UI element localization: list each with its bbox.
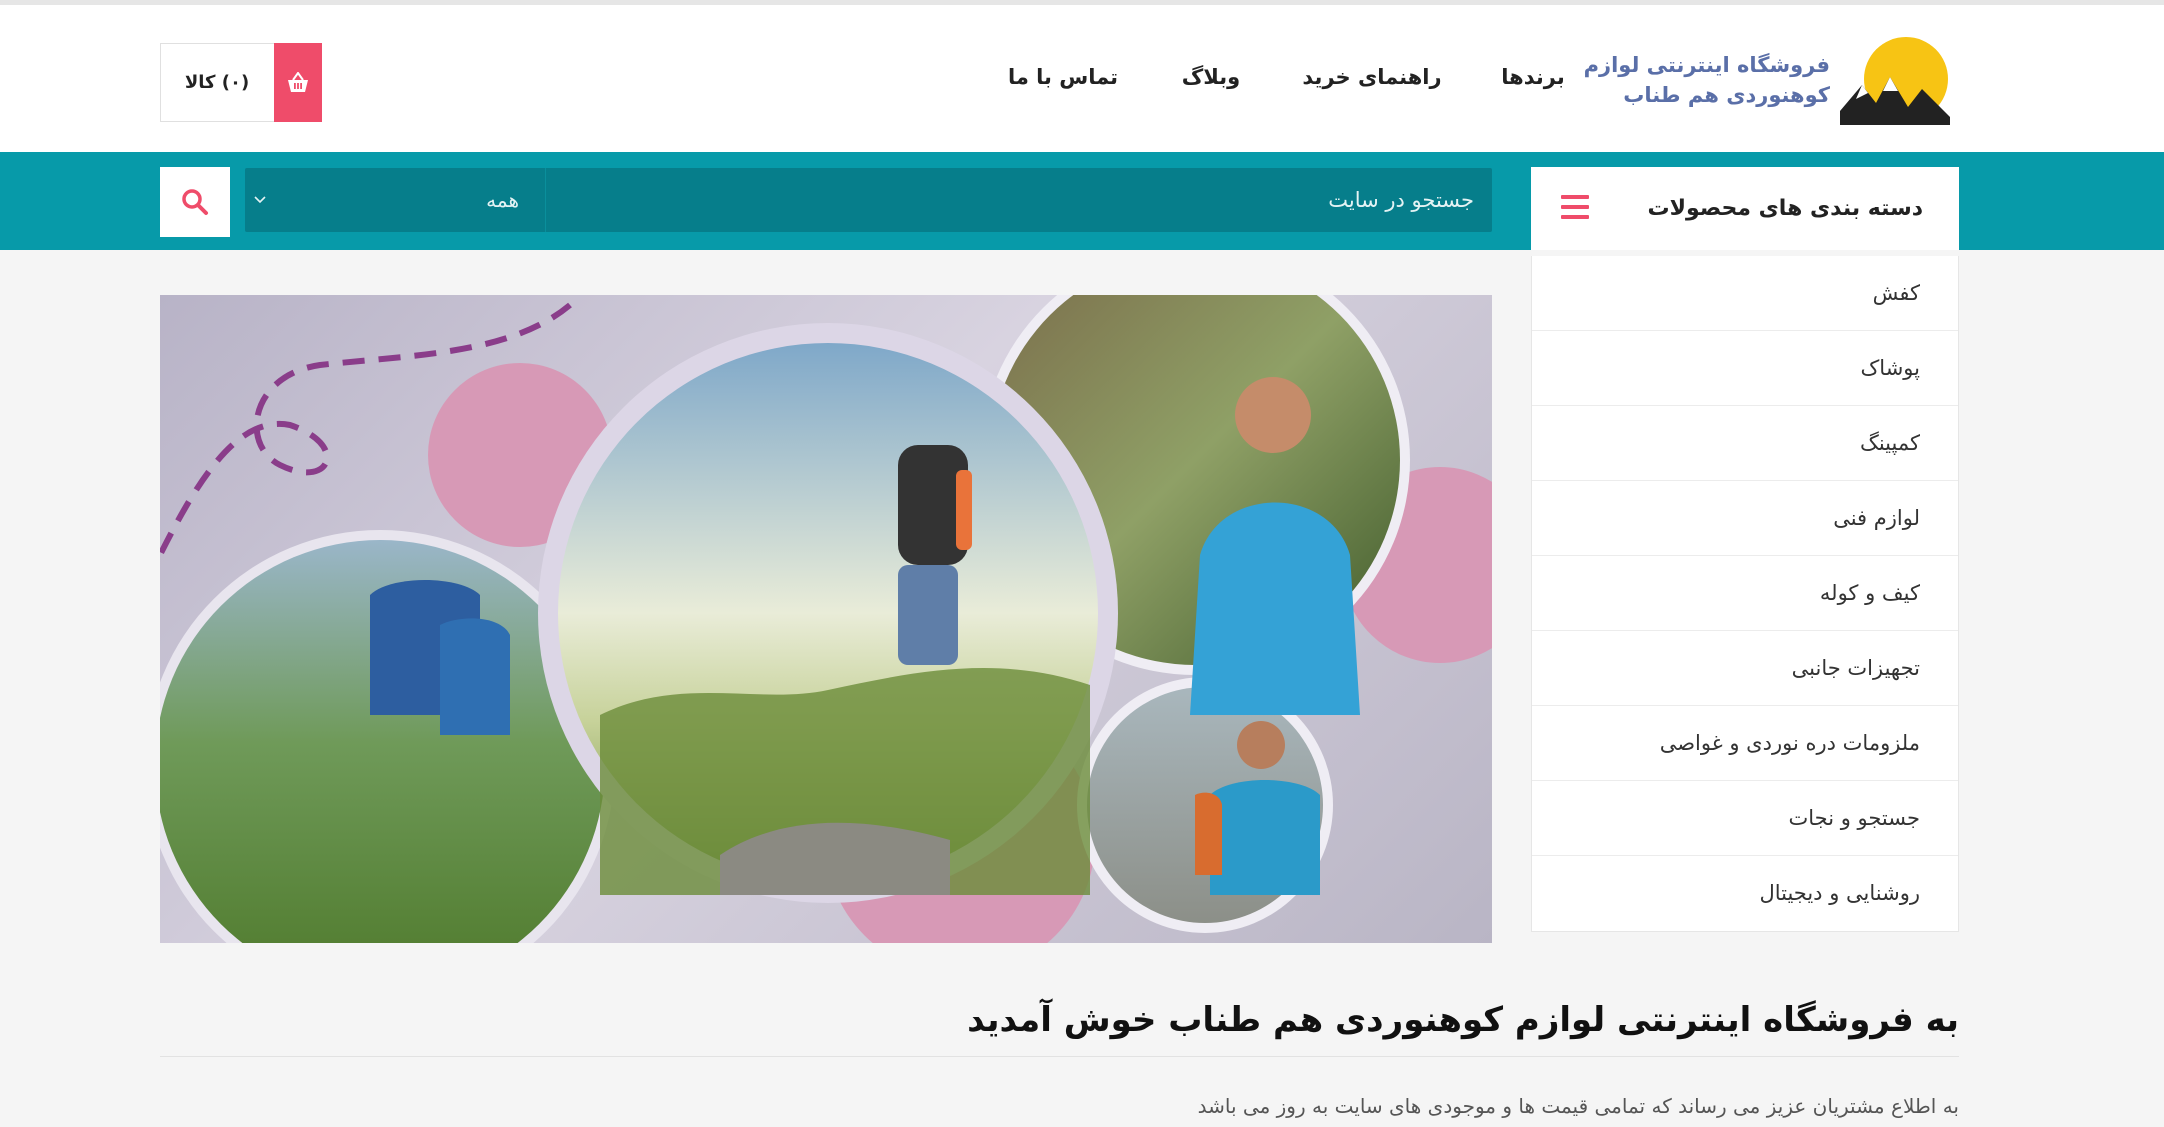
search-divider <box>545 168 546 232</box>
category-search-bar: دسته بندی های محصولات همه <box>0 152 2164 250</box>
search-category-value: همه <box>486 188 519 212</box>
search-icon <box>182 189 208 215</box>
menu-icon[interactable] <box>1561 195 1589 221</box>
welcome-title: به فروشگاه اینترنتی لوازم کوهنوردی هم طن… <box>160 1000 1959 1057</box>
nav-contact[interactable]: تماس با ما <box>1008 65 1118 89</box>
nav-blog[interactable]: وبلاگ <box>1182 65 1240 89</box>
search-form: همه <box>245 168 1492 232</box>
logo-text: فروشگاه اینترنتی لوازم کوهنوردی هم طناب <box>1584 33 1830 107</box>
cart-button[interactable] <box>274 43 322 122</box>
site-header: فروشگاه اینترنتی لوازم کوهنوردی هم طناب … <box>0 5 2164 152</box>
nav-buying-guide[interactable]: راهنمای خرید <box>1302 65 1441 89</box>
hero-banner-illustration <box>160 295 1492 943</box>
category-list: کفش پوشاک کمپینگ لوازم فنی کیف و کوله تج… <box>1531 256 1959 932</box>
category-item[interactable]: کفش <box>1532 256 1958 331</box>
categories-header[interactable]: دسته بندی های محصولات <box>1531 167 1959 250</box>
category-item[interactable]: کیف و کوله <box>1532 556 1958 631</box>
hero-banner[interactable] <box>160 295 1492 943</box>
logo-line-2: کوهنوردی هم طناب <box>1623 83 1830 107</box>
cart-count: (۰) کالا <box>184 72 250 93</box>
basket-icon <box>288 71 308 92</box>
nav-brands[interactable]: برندها <box>1501 65 1564 89</box>
category-item[interactable]: تجهیزات جانبی <box>1532 631 1958 706</box>
category-item[interactable]: ملزومات دره نوردی و غواصی <box>1532 706 1958 781</box>
search-input[interactable] <box>547 168 1492 232</box>
category-item[interactable]: لوازم فنی <box>1532 481 1958 556</box>
category-item[interactable]: جستجو و نجات <box>1532 781 1958 856</box>
cart-widget[interactable]: (۰) کالا <box>160 43 322 122</box>
categories-title: دسته بندی های محصولات <box>1647 196 1923 221</box>
category-item[interactable]: پوشاک <box>1532 331 1958 406</box>
welcome-text: به اطلاع مشتریان عزیز می رساند که تمامی … <box>1197 1094 1959 1118</box>
category-item[interactable]: روشنایی و دیجیتال <box>1532 856 1958 931</box>
site-logo[interactable]: فروشگاه اینترنتی لوازم کوهنوردی هم طناب <box>1584 33 1950 129</box>
category-item[interactable]: کمپینگ <box>1532 406 1958 481</box>
logo-line-1: فروشگاه اینترنتی لوازم <box>1583 53 1830 77</box>
search-button[interactable] <box>160 167 230 237</box>
welcome-section: به فروشگاه اینترنتی لوازم کوهنوردی هم طن… <box>160 1000 1959 1118</box>
chevron-down-icon <box>254 196 266 204</box>
search-category-select[interactable]: همه <box>245 168 545 232</box>
